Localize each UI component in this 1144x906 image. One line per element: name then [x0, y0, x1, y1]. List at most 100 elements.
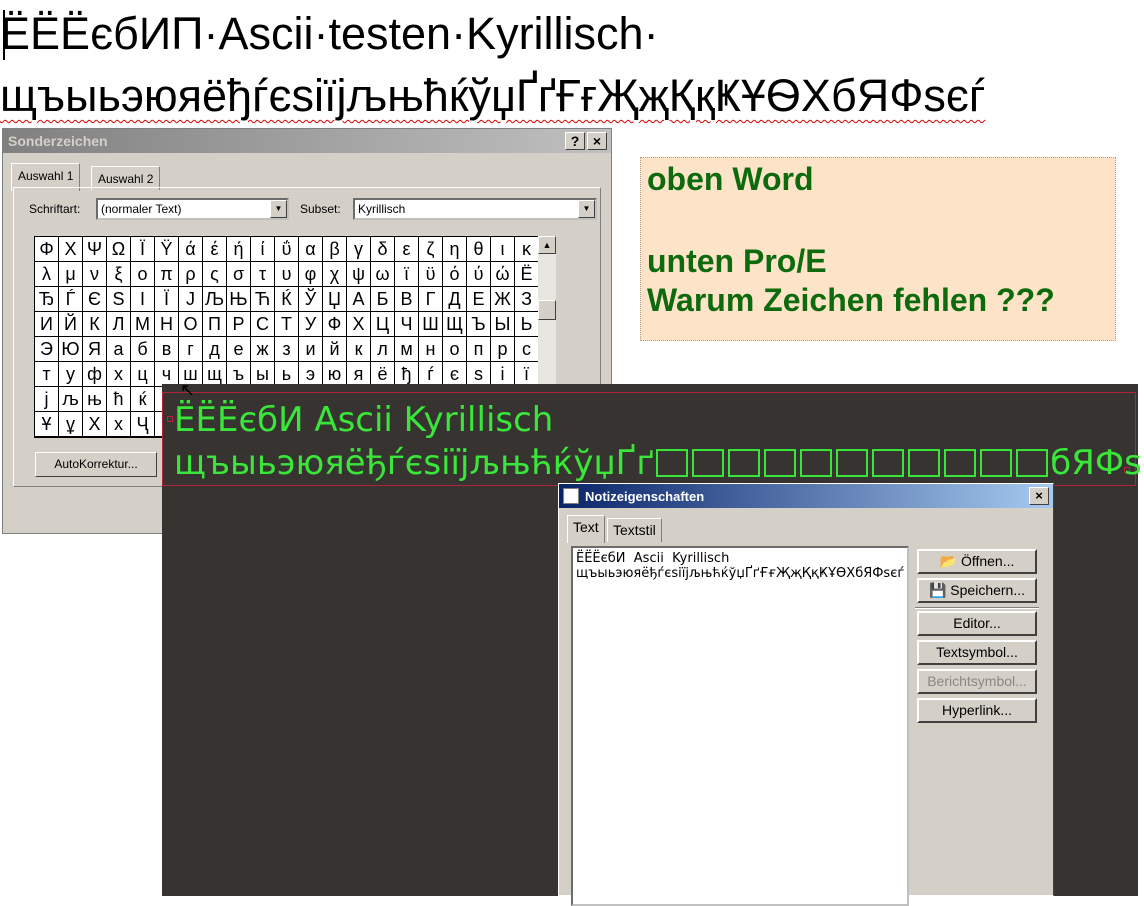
- char-cell[interactable]: з: [275, 337, 299, 362]
- char-cell[interactable]: Й: [59, 312, 83, 337]
- char-cell[interactable]: х: [107, 412, 131, 437]
- char-cell[interactable]: Ω: [107, 237, 131, 262]
- char-cell[interactable]: о: [443, 337, 467, 362]
- char-cell[interactable]: Ъ: [467, 312, 491, 337]
- subset-select[interactable]: Kyrillisch ▼: [353, 198, 597, 220]
- char-cell[interactable]: и: [299, 337, 323, 362]
- char-cell[interactable]: θ: [467, 237, 491, 262]
- char-cell[interactable]: љ: [59, 387, 83, 412]
- char-cell[interactable]: Ј: [179, 287, 203, 312]
- char-cell[interactable]: й: [323, 337, 347, 362]
- char-cell[interactable]: Л: [107, 312, 131, 337]
- notiz-titlebar[interactable]: Notizeigenschaften ×: [559, 484, 1053, 508]
- char-cell[interactable]: έ: [203, 237, 227, 262]
- char-cell[interactable]: ұ: [59, 412, 83, 437]
- char-cell[interactable]: φ: [299, 262, 323, 287]
- tab-text[interactable]: Text: [567, 515, 605, 543]
- char-cell[interactable]: И: [35, 312, 59, 337]
- char-cell[interactable]: χ: [323, 262, 347, 287]
- char-cell[interactable]: λ: [35, 262, 59, 287]
- char-cell[interactable]: Ђ: [35, 287, 59, 312]
- char-cell[interactable]: н: [419, 337, 443, 362]
- char-cell[interactable]: Ћ: [251, 287, 275, 312]
- font-select[interactable]: (normaler Text) ▼: [96, 198, 289, 220]
- sonderzeichen-titlebar[interactable]: Sonderzeichen ? ×: [3, 129, 611, 153]
- document-line-1[interactable]: ËЁЁєбИП·Ascii·testen·Kyrillisch·: [0, 8, 659, 60]
- char-cell[interactable]: -: [131, 437, 155, 438]
- char-cell[interactable]: Щ: [443, 312, 467, 337]
- char-cell[interactable]: Њ: [227, 287, 251, 312]
- char-cell[interactable]: П: [203, 312, 227, 337]
- char-cell[interactable]: Ў: [299, 287, 323, 312]
- char-cell[interactable]: ν: [83, 262, 107, 287]
- char-cell[interactable]: ω: [371, 262, 395, 287]
- char-cell[interactable]: Я: [83, 337, 107, 362]
- char-cell[interactable]: ц: [131, 362, 155, 387]
- char-cell[interactable]: ι: [491, 237, 515, 262]
- char-cell[interactable]: [35, 437, 59, 438]
- char-cell[interactable]: Ё: [515, 262, 539, 287]
- char-cell[interactable]: ε: [395, 237, 419, 262]
- selection-handle[interactable]: [167, 416, 173, 422]
- char-cell[interactable]: ί: [251, 237, 275, 262]
- char-cell[interactable]: τ: [251, 262, 275, 287]
- char-cell[interactable]: Н: [155, 312, 179, 337]
- char-cell[interactable]: Ψ: [83, 237, 107, 262]
- char-cell[interactable]: Ϊ: [131, 237, 155, 262]
- char-cell[interactable]: л: [371, 337, 395, 362]
- document-line-2[interactable]: щъыьэюяёђѓєѕіїјљњћќўџҐґҒғҖҗҚқҜҰѲХбЯФѕєѓ: [0, 70, 985, 122]
- char-cell[interactable]: Д: [443, 287, 467, 312]
- char-cell[interactable]: Χ: [59, 237, 83, 262]
- char-cell[interactable]: Φ: [35, 237, 59, 262]
- char-cell[interactable]: У: [299, 312, 323, 337]
- chevron-down-icon[interactable]: ▼: [270, 200, 287, 218]
- char-cell[interactable]: π: [155, 262, 179, 287]
- char-cell[interactable]: б: [131, 337, 155, 362]
- tab-textstil[interactable]: Textstil: [607, 518, 662, 542]
- char-cell[interactable]: ψ: [347, 262, 371, 287]
- char-cell[interactable]: Ю: [59, 337, 83, 362]
- char-cell[interactable]: υ: [275, 262, 299, 287]
- char-cell[interactable]: Ҷ: [131, 412, 155, 437]
- char-cell[interactable]: р: [491, 337, 515, 362]
- char-cell[interactable]: Е: [467, 287, 491, 312]
- char-cell[interactable]: К: [83, 312, 107, 337]
- char-cell[interactable]: Џ: [323, 287, 347, 312]
- char-cell[interactable]: σ: [227, 262, 251, 287]
- char-cell[interactable]: ο: [131, 262, 155, 287]
- char-cell[interactable]: κ: [515, 237, 539, 262]
- char-cell[interactable]: ј: [35, 387, 59, 412]
- chevron-down-icon[interactable]: ▼: [578, 200, 595, 218]
- char-cell[interactable]: ύ: [467, 262, 491, 287]
- char-cell[interactable]: Љ: [203, 287, 227, 312]
- char-cell[interactable]: І: [131, 287, 155, 312]
- char-cell[interactable]: В: [395, 287, 419, 312]
- char-cell[interactable]: в: [155, 337, 179, 362]
- char-cell[interactable]: ρ: [179, 262, 203, 287]
- char-cell[interactable]: С: [251, 312, 275, 337]
- char-cell[interactable]: д: [203, 337, 227, 362]
- char-cell[interactable]: Т: [275, 312, 299, 337]
- char-cell[interactable]: п: [467, 337, 491, 362]
- char-cell[interactable]: Г: [419, 287, 443, 312]
- char-cell[interactable]: ξ: [107, 262, 131, 287]
- char-cell[interactable]: Ь: [515, 312, 539, 337]
- editor-button[interactable]: Editor...: [917, 611, 1037, 636]
- char-cell[interactable]: ф: [83, 362, 107, 387]
- scroll-up-icon[interactable]: ▲: [538, 236, 556, 254]
- hyperlink-button[interactable]: Hyperlink...: [917, 698, 1037, 723]
- char-cell[interactable]: β: [323, 237, 347, 262]
- char-cell[interactable]: А: [347, 287, 371, 312]
- char-cell[interactable]: ΰ: [275, 237, 299, 262]
- char-cell[interactable]: М: [131, 312, 155, 337]
- char-cell[interactable]: Є: [83, 287, 107, 312]
- char-cell[interactable]: ζ: [419, 237, 443, 262]
- char-cell[interactable]: г: [179, 337, 203, 362]
- char-cell[interactable]: δ: [371, 237, 395, 262]
- char-cell[interactable]: Ќ: [275, 287, 299, 312]
- char-cell[interactable]: Р: [227, 312, 251, 337]
- char-cell[interactable]: ό: [443, 262, 467, 287]
- char-cell[interactable]: Ї: [155, 287, 179, 312]
- char-cell[interactable]: Ц: [371, 312, 395, 337]
- char-cell[interactable]: Ш: [419, 312, 443, 337]
